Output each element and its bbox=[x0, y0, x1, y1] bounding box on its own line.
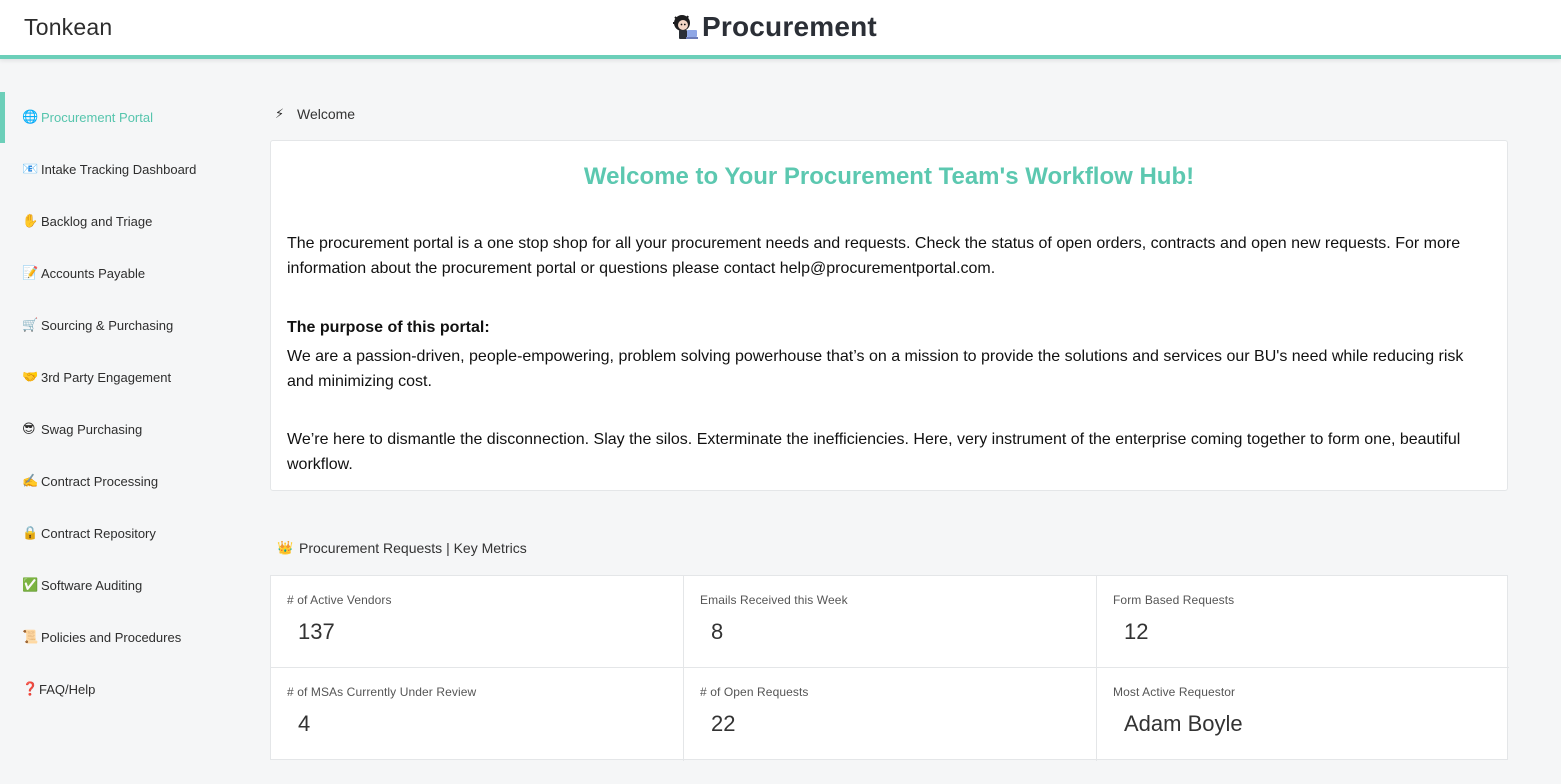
welcome-card-title: Welcome to Your Procurement Team's Workf… bbox=[583, 163, 1195, 190]
metric-label: Most Active Requestor bbox=[1113, 685, 1236, 699]
metric-tile-form-based-requests[interactable]: Form Based Requests 12 bbox=[1097, 576, 1509, 668]
welcome-paragraph-intro: The procurement portal is a one stop sho… bbox=[287, 235, 1461, 277]
check-mark-icon: ✅ bbox=[22, 577, 39, 592]
mascot-icon bbox=[673, 15, 698, 39]
metric-tile-msas-under-review[interactable]: # of MSAs Currently Under Review 4 bbox=[271, 668, 684, 761]
handshake-icon: 🤝 bbox=[22, 369, 39, 384]
sidebar-nav: 🌐 Procurement Portal 📧 Intake Tracking D… bbox=[0, 91, 240, 715]
writing-hand-icon: ✍️ bbox=[22, 473, 39, 488]
sunglasses-face-icon: 😎 bbox=[22, 421, 36, 436]
lightning-icon: ⚡ bbox=[275, 106, 285, 121]
metric-value: 4 bbox=[298, 711, 311, 736]
sidebar-item-label: Backlog and Triage bbox=[41, 213, 153, 229]
metric-value: Adam Boyle bbox=[1124, 711, 1243, 736]
memo-icon: 📝 bbox=[22, 265, 39, 280]
sidebar-item-intake-tracking-dashboard[interactable]: 📧 Intake Tracking Dashboard bbox=[0, 143, 240, 195]
metrics-section-header: 👑 Procurement Requests | Key Metrics bbox=[277, 540, 527, 556]
email-icon: 📧 bbox=[22, 161, 39, 176]
sidebar-item-accounts-payable[interactable]: 📝 Accounts Payable bbox=[0, 247, 240, 299]
metric-label: # of Active Vendors bbox=[287, 593, 392, 607]
mission-paragraph: We’re here to dismantle the disconnectio… bbox=[287, 431, 1461, 473]
sidebar-item-software-auditing[interactable]: ✅ Software Auditing bbox=[0, 559, 240, 611]
sidebar-item-label: Intake Tracking Dashboard bbox=[41, 161, 197, 177]
sidebar-item-label: FAQ/Help bbox=[39, 681, 96, 697]
sidebar-item-label: Sourcing & Purchasing bbox=[41, 317, 174, 333]
app-title: Procurement bbox=[702, 11, 877, 42]
sidebar-item-label: Policies and Procedures bbox=[41, 629, 182, 645]
metric-label: Emails Received this Week bbox=[700, 593, 848, 607]
sidebar-item-label: Contract Processing bbox=[41, 473, 159, 489]
sidebar-item-procurement-portal[interactable]: 🌐 Procurement Portal bbox=[0, 91, 240, 143]
shopping-cart-icon: 🛒 bbox=[22, 317, 39, 332]
sidebar-item-backlog-and-triage[interactable]: ✋ Backlog and Triage bbox=[0, 195, 240, 247]
metric-label: Form Based Requests bbox=[1113, 593, 1235, 607]
sidebar-item-label: Accounts Payable bbox=[41, 265, 146, 281]
sidebar-item-contract-processing[interactable]: ✍️ Contract Processing bbox=[0, 455, 240, 507]
sidebar-item-sourcing-purchasing[interactable]: 🛒 Sourcing & Purchasing bbox=[0, 299, 240, 351]
sidebar-item-label: Swag Purchasing bbox=[41, 421, 143, 437]
sidebar-item-swag-purchasing[interactable]: 😎 Swag Purchasing bbox=[0, 403, 240, 455]
app-title-group: Procurement bbox=[668, 10, 877, 44]
crown-icon: 👑 bbox=[277, 540, 294, 555]
sidebar-item-contract-repository[interactable]: 🔒 Contract Repository bbox=[0, 507, 240, 559]
sidebar-item-3rd-party-engagement[interactable]: 🤝 3rd Party Engagement bbox=[0, 351, 240, 403]
question-mark-icon: ❓ bbox=[22, 681, 39, 696]
welcome-card: Welcome to Your Procurement Team's Workf… bbox=[270, 140, 1508, 491]
metric-tile-active-vendors[interactable]: # of Active Vendors 137 bbox=[271, 576, 684, 668]
sidebar-item-label: Procurement Portal bbox=[41, 109, 153, 125]
metric-tile-open-requests[interactable]: # of Open Requests 22 bbox=[684, 668, 1097, 761]
metric-label: # of Open Requests bbox=[700, 685, 809, 699]
purpose-paragraph: We are a passion-driven, people-empoweri… bbox=[287, 348, 1464, 390]
welcome-section-title: Welcome bbox=[297, 106, 356, 122]
sidebar-item-policies-and-procedures[interactable]: 📜 Policies and Procedures bbox=[0, 611, 240, 663]
top-header: Tonkean Procurement bbox=[0, 0, 1561, 59]
metrics-section-title: Procurement Requests | Key Metrics bbox=[299, 540, 527, 556]
sidebar-item-label: Software Auditing bbox=[41, 577, 143, 593]
brand-name[interactable]: Tonkean bbox=[24, 14, 112, 41]
metric-value: 22 bbox=[711, 711, 736, 736]
sidebar-item-label: Contract Repository bbox=[41, 525, 156, 541]
metric-label: # of MSAs Currently Under Review bbox=[287, 685, 477, 699]
purpose-heading: The purpose of this portal: bbox=[287, 319, 490, 336]
welcome-section-header: ⚡ Welcome bbox=[275, 106, 355, 122]
globe-icon: 🌐 bbox=[22, 109, 39, 124]
sidebar-item-label: 3rd Party Engagement bbox=[41, 369, 172, 385]
sidebar-item-faq-help[interactable]: ❓ FAQ/Help bbox=[0, 663, 240, 715]
scroll-icon: 📜 bbox=[22, 629, 39, 644]
key-metrics-grid: # of Active Vendors 137 Emails Received … bbox=[270, 575, 1509, 761]
metric-tile-most-active-requestor[interactable]: Most Active Requestor Adam Boyle bbox=[1097, 668, 1509, 761]
raised-hand-icon: ✋ bbox=[22, 213, 39, 228]
metric-value: 8 bbox=[711, 619, 724, 644]
metric-value: 137 bbox=[298, 619, 335, 644]
metric-value: 12 bbox=[1124, 619, 1149, 644]
metric-tile-emails-received[interactable]: Emails Received this Week 8 bbox=[684, 576, 1097, 668]
lock-icon: 🔒 bbox=[22, 525, 39, 540]
